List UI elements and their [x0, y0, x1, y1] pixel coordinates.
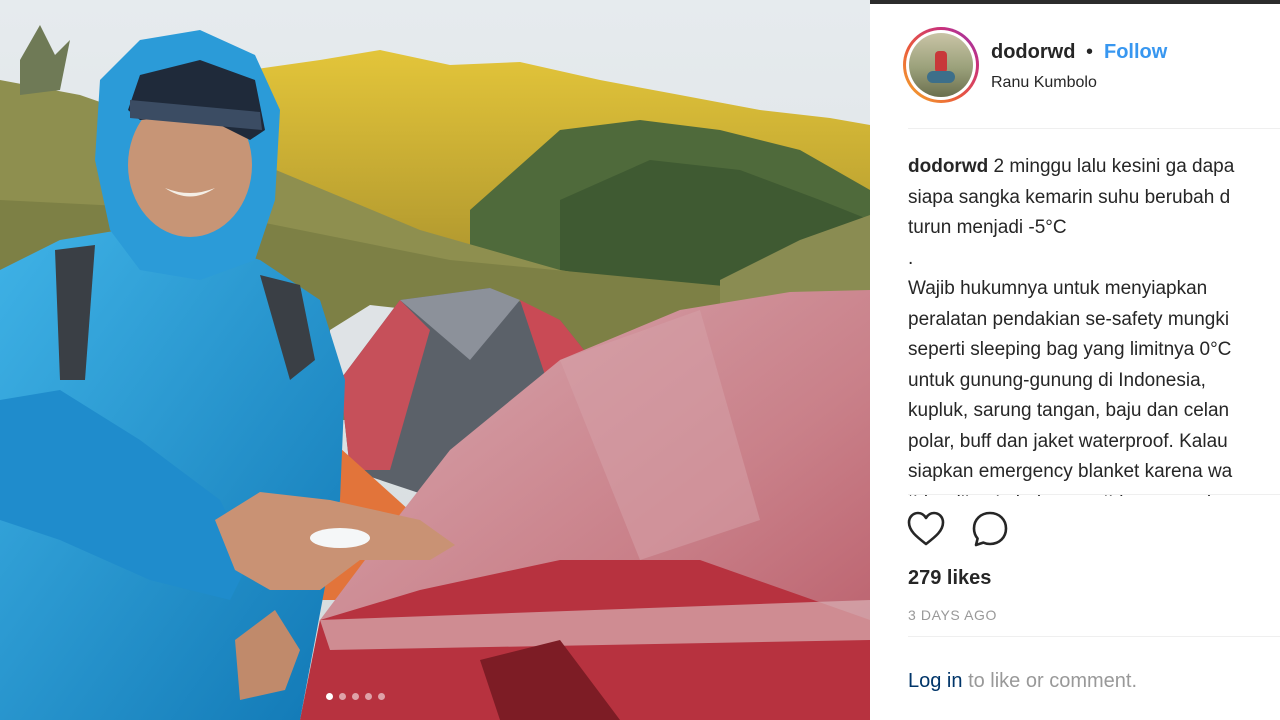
caption-text: 2 minggu lalu kesini ga dapa: [993, 156, 1235, 177]
login-prompt: Log in to like or comment.: [908, 670, 1137, 693]
location-link[interactable]: Ranu Kumbolo: [991, 74, 1097, 92]
avatar-image: [909, 33, 973, 97]
heart-icon: [907, 511, 945, 546]
carousel-dot-active[interactable]: [325, 693, 333, 700]
carousel-dot[interactable]: [364, 693, 372, 700]
carousel-dot[interactable]: [377, 693, 385, 700]
avatar-border: [906, 30, 976, 100]
caption-line: Wajib hukumnya untuk menyiapkan: [908, 278, 1208, 299]
carousel-indicator: [0, 693, 870, 700]
caption-line: .: [908, 247, 914, 269]
caption-line: peralatan pendakian se-safety mungki: [908, 308, 1230, 330]
follow-button[interactable]: Follow: [1104, 41, 1167, 64]
post-header: dodorwd • Follow Ranu Kumbolo: [870, 4, 1280, 128]
caption: dodorwd 2 minggu lalu kesini ga dapa sia…: [908, 152, 1280, 496]
caption-line: untuk gunung-gunung di Indonesia,: [908, 369, 1206, 391]
separator-dot: •: [1086, 41, 1094, 63]
like-button[interactable]: [907, 510, 945, 548]
caption-line: polar, buff dan jaket waterproof. Kalau: [908, 430, 1228, 452]
caption-line: dodorwd 2 minggu lalu kesini ga dapa: [908, 152, 1280, 183]
caption-line: siapkan emergency blanket karena wa: [908, 461, 1233, 482]
action-bar: [907, 510, 1009, 548]
carousel-dot[interactable]: [338, 693, 346, 700]
avatar-figure-base: [927, 71, 955, 83]
likes-count[interactable]: 279 likes: [908, 567, 991, 590]
comment-button[interactable]: [971, 510, 1009, 548]
login-link[interactable]: Log in: [908, 670, 963, 692]
caption-username[interactable]: dodorwd: [908, 156, 988, 177]
caption-line: seperti sleeping bag yang limitnya 0°C: [908, 339, 1232, 360]
caption-line: turun menjadi -5°C: [908, 217, 1067, 238]
avatar[interactable]: [903, 27, 979, 103]
photo-scene: [0, 0, 870, 720]
login-prompt-text: to like or comment.: [968, 670, 1138, 692]
username[interactable]: dodorwd: [991, 41, 1075, 64]
comment-icon: [972, 511, 1008, 547]
header-divider: [908, 128, 1280, 129]
caption-line: kupluk, sarung tangan, baju dan celan: [908, 400, 1230, 421]
caption-line: siapa sangka kemarin suhu berubah d: [908, 186, 1231, 208]
carousel-dot[interactable]: [351, 693, 359, 700]
post-sidebar: dodorwd • Follow Ranu Kumbolo dodorwd 2 …: [870, 0, 1280, 720]
post-photo[interactable]: [0, 0, 870, 720]
footer-divider: [908, 636, 1280, 637]
avatar-figure: [935, 51, 947, 73]
post-timestamp[interactable]: 3 DAYS AGO: [908, 607, 997, 623]
caption-divider: [908, 494, 1280, 495]
